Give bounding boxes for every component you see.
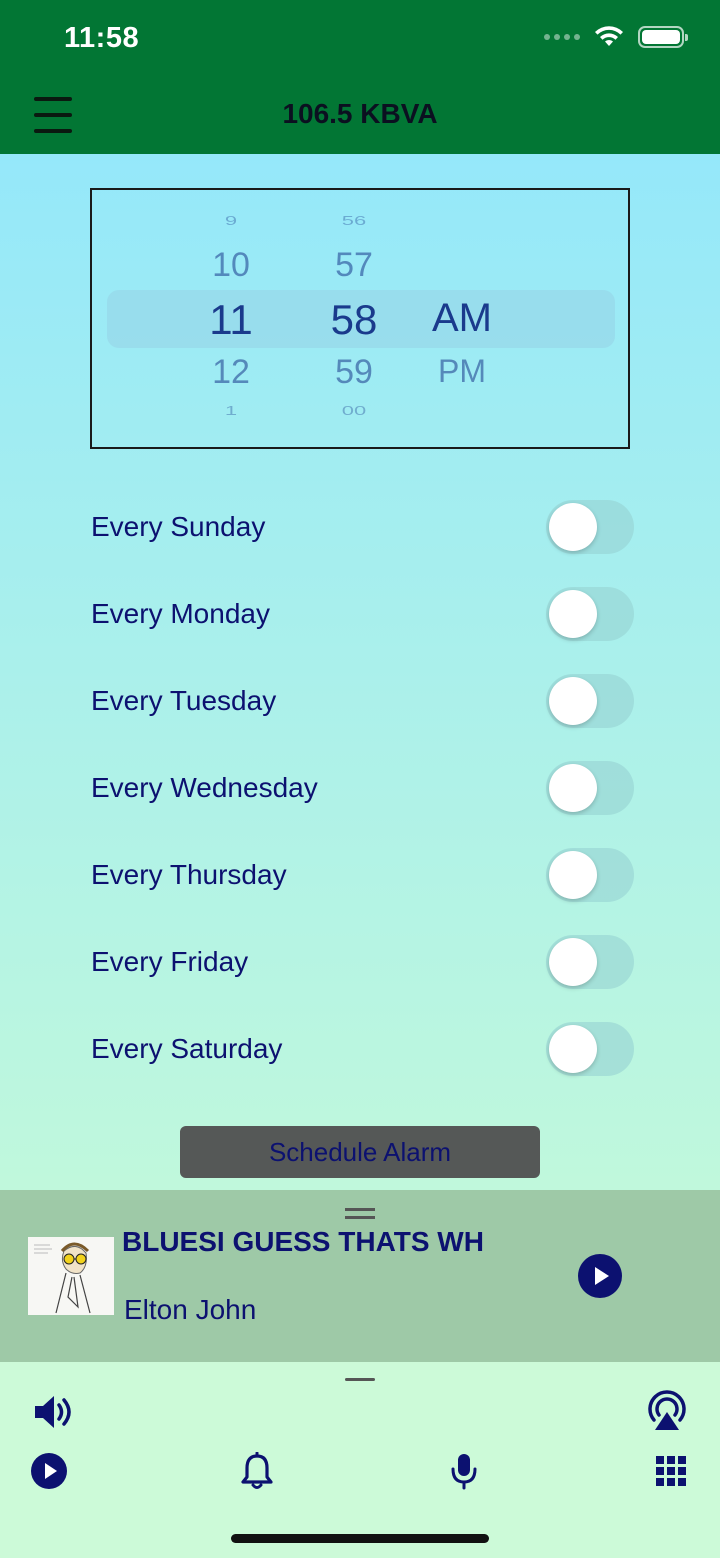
wednesday-toggle[interactable]	[546, 761, 634, 815]
alarm-row-thursday: Every Thursday	[90, 848, 634, 902]
monday-toggle[interactable]	[546, 587, 634, 641]
track-title: BLUESI GUESS THATS WH	[122, 1226, 484, 1257]
minute-option[interactable]: 57	[299, 246, 409, 285]
grid-icon[interactable]	[656, 1456, 686, 1486]
alarm-row-monday: Every Monday	[90, 587, 634, 641]
hour-option[interactable]: 9	[176, 213, 286, 229]
home-indicator	[231, 1534, 489, 1543]
nav-bar: 106.5 KBVA	[0, 80, 720, 154]
album-art	[28, 1237, 114, 1315]
tuesday-toggle[interactable]	[546, 674, 634, 728]
airplay-icon[interactable]	[644, 1388, 690, 1432]
track-artist: Elton John	[124, 1294, 257, 1325]
alarm-day-label: Every Monday	[91, 598, 270, 629]
player-drag-handle[interactable]	[345, 1208, 375, 1219]
toggle-knob	[549, 677, 597, 725]
alarm-day-label: Every Tuesday	[91, 685, 277, 716]
schedule-alarm-button[interactable]: Schedule Alarm	[180, 1126, 540, 1178]
bottom-tab-bar	[0, 1362, 720, 1558]
toggle-knob	[549, 764, 597, 812]
hour-option[interactable]: 1	[176, 403, 286, 419]
toggle-knob	[549, 938, 597, 986]
toggle-knob	[549, 590, 597, 638]
status-time: 11:58	[64, 22, 140, 54]
alarm-row-friday: Every Friday	[90, 935, 634, 989]
minute-option[interactable]: 00	[299, 403, 409, 419]
hour-option[interactable]: 10	[176, 246, 286, 285]
alarm-day-label: Every Saturday	[91, 1033, 283, 1064]
alarm-row-sunday: Every Sunday	[90, 500, 634, 554]
alarm-content: 9 10 11 12 1 56 57 58 59 00 AM PM Every …	[0, 154, 720, 1190]
battery-icon	[638, 26, 688, 48]
alarm-row-wednesday: Every Wednesday	[90, 761, 634, 815]
status-bar: 11:58	[0, 0, 720, 80]
play-tab-icon[interactable]	[31, 1453, 67, 1489]
period-option[interactable]: PM	[407, 353, 517, 390]
hour-option-selected[interactable]: 11	[176, 296, 286, 344]
alarm-day-label: Every Wednesday	[91, 772, 318, 803]
alarm-day-label: Every Sunday	[91, 511, 266, 542]
wifi-icon	[595, 26, 623, 46]
toggle-knob	[549, 503, 597, 551]
minute-option-selected[interactable]: 58	[299, 296, 409, 344]
play-icon	[595, 1267, 609, 1285]
tabbar-drag-handle[interactable]	[345, 1378, 375, 1381]
saturday-toggle[interactable]	[546, 1022, 634, 1076]
bell-icon[interactable]	[241, 1452, 273, 1490]
minute-option[interactable]: 56	[299, 213, 409, 229]
now-playing-bar[interactable]: BLUESI GUESS THATS WH Elton John	[0, 1190, 720, 1362]
alarm-row-saturday: Every Saturday	[90, 1022, 634, 1076]
station-title: 106.5 KBVA	[282, 98, 438, 129]
sunday-toggle[interactable]	[546, 500, 634, 554]
toggle-knob	[549, 851, 597, 899]
time-picker[interactable]: 9 10 11 12 1 56 57 58 59 00 AM PM	[90, 188, 630, 449]
friday-toggle[interactable]	[546, 935, 634, 989]
alarm-row-tuesday: Every Tuesday	[90, 674, 634, 728]
minute-option[interactable]: 59	[299, 353, 409, 392]
alarm-day-label: Every Friday	[91, 946, 249, 977]
hour-option[interactable]: 12	[176, 353, 286, 392]
mini-player-play-button[interactable]	[578, 1254, 622, 1298]
cellular-signal-icon	[544, 34, 580, 40]
microphone-icon[interactable]	[450, 1452, 478, 1490]
track-title-marquee: BLUESI GUESS THATS WH	[122, 1226, 498, 1266]
alarm-day-label: Every Thursday	[91, 859, 287, 890]
thursday-toggle[interactable]	[546, 848, 634, 902]
speaker-icon[interactable]	[32, 1392, 78, 1432]
toggle-knob	[549, 1025, 597, 1073]
status-icons	[544, 26, 688, 48]
period-option-selected[interactable]: AM	[407, 296, 517, 341]
